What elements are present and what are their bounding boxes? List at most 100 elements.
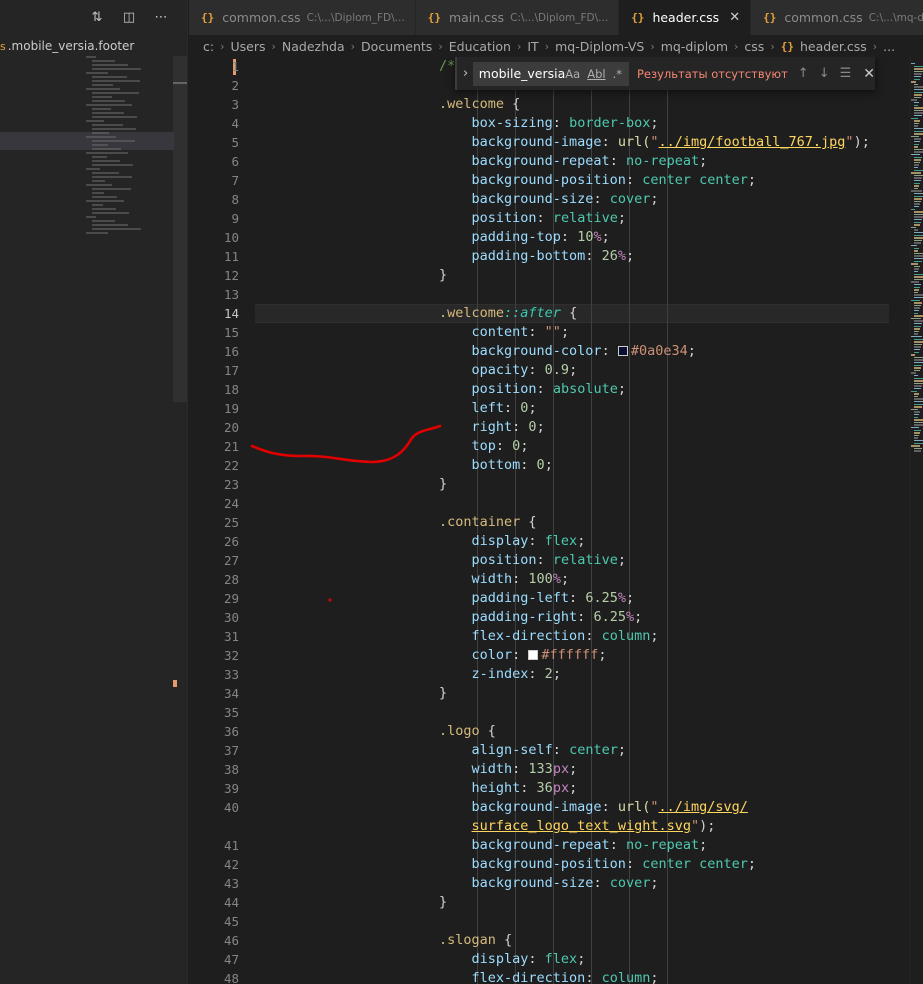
outline-title-label: .mobile_versia.footer — [7, 39, 135, 53]
match-case-icon[interactable]: Aa — [565, 67, 580, 81]
outline-preview-row — [86, 184, 112, 186]
code-line: .slogan { — [439, 931, 512, 950]
compare-changes-icon[interactable]: ⇅ — [89, 9, 105, 25]
code-token: : — [593, 191, 610, 207]
breadcrumb-item[interactable]: mq-diplom — [661, 39, 728, 54]
line-number: 21 — [223, 439, 239, 454]
code-token: ; — [699, 837, 708, 853]
sidebar-scrollbar[interactable] — [173, 56, 187, 402]
minimap-row — [914, 411, 920, 413]
code-token: } — [439, 476, 448, 492]
outline-title[interactable]: s .mobile_versia.footer — [0, 36, 134, 56]
code-token: 6.25 — [585, 590, 618, 606]
toggle-replace-chevron-icon[interactable]: › — [463, 66, 473, 81]
minimap-row — [914, 213, 923, 216]
find-input[interactable]: mobile_versia Aa Abl .* — [472, 61, 629, 86]
breadcrumb-item[interactable]: Nadezhda — [282, 39, 345, 54]
minimap-row — [914, 416, 918, 418]
minimap-row — [914, 395, 918, 398]
tab-common-css[interactable]: {} common.css C:\...\mq-dipl — [751, 0, 923, 35]
tab-close-icon[interactable]: ✕ — [729, 10, 740, 25]
match-whole-word-icon[interactable]: Abl — [587, 67, 605, 81]
next-match-icon[interactable]: ↓ — [819, 66, 830, 81]
color-swatch-icon[interactable] — [617, 346, 628, 356]
outline-preview-row — [92, 224, 128, 226]
code-token: no-repeat — [625, 153, 700, 169]
code-token: center center — [642, 172, 748, 188]
breadcrumb-item[interactable]: ... — [883, 39, 895, 54]
minimap[interactable] — [911, 57, 923, 984]
code-line: .logo { — [439, 722, 496, 741]
tab-header-css[interactable]: {} header.css ✕ — [619, 0, 752, 35]
code-line: background-size: cover; — [439, 874, 659, 893]
breadcrumb-separator-icon: › — [734, 39, 739, 53]
code-token: : — [601, 134, 618, 150]
breadcrumb-item[interactable]: Users — [231, 39, 266, 54]
code-token: ; — [650, 970, 659, 984]
minimap-row — [911, 281, 919, 283]
line-number: 34 — [223, 686, 239, 701]
minimap-row — [914, 203, 920, 205]
code-token: ; — [560, 571, 570, 587]
close-icon[interactable]: ✕ — [863, 66, 875, 82]
tab-common-css[interactable]: {} common.css C:\...\Diplom_FD\... — [189, 0, 416, 35]
split-editor-icon[interactable]: ◫ — [121, 9, 137, 25]
code-token: ; — [625, 590, 635, 606]
outline-preview-row — [92, 188, 131, 190]
sidebar-scrollbar-thumb[interactable] — [173, 82, 187, 84]
code-token: padding-left — [439, 590, 570, 606]
minimap-row — [911, 372, 916, 374]
breadcrumb-item[interactable]: Education — [449, 39, 511, 54]
code-token: : — [504, 400, 521, 416]
minimap-row — [914, 206, 919, 208]
outline-preview-row — [92, 192, 104, 194]
minimap-row — [914, 255, 923, 257]
minimap-row — [914, 89, 923, 91]
code-token: ::after — [504, 305, 561, 321]
code-token: no-repeat — [625, 837, 700, 853]
code-line: color: #ffffff; — [439, 646, 607, 665]
minimap-row — [914, 359, 923, 361]
outline-preview-row — [92, 112, 124, 114]
minimap-row — [911, 226, 916, 229]
code-token: 6.25 — [593, 609, 626, 625]
minimap-row — [914, 187, 918, 190]
code-token: % — [593, 229, 602, 245]
code-token: surface_logo_text_wight.svg — [471, 818, 691, 834]
minimap-row — [914, 130, 923, 132]
code-token: { — [479, 723, 496, 739]
code-token: " — [690, 818, 700, 834]
breadcrumb-item[interactable]: IT — [527, 39, 538, 54]
code-token: ; — [528, 400, 537, 416]
minimap-row — [911, 317, 921, 320]
code-token: : — [552, 115, 570, 131]
minimap-row — [914, 107, 923, 109]
color-swatch-icon[interactable] — [528, 650, 539, 660]
minimap-row — [914, 429, 921, 431]
code-token: .logo — [439, 723, 480, 739]
breadcrumb-item[interactable]: header.css — [800, 39, 867, 54]
code-token: padding-top — [439, 229, 561, 245]
breadcrumb-item[interactable]: c: — [203, 39, 214, 54]
code-token: top — [439, 438, 496, 454]
breadcrumb-item[interactable]: css — [744, 39, 764, 54]
outline-preview-row — [92, 92, 139, 94]
code-token: ; — [617, 742, 626, 758]
minimap-row — [914, 242, 921, 244]
minimap-row — [914, 297, 923, 299]
code-token: : — [512, 761, 529, 777]
outline-preview-row — [92, 60, 115, 62]
line-number: 37 — [223, 743, 239, 758]
breadcrumb-separator-icon: › — [350, 39, 356, 53]
breadcrumb-item[interactable]: Documents — [361, 39, 432, 54]
previous-match-icon[interactable]: ↑ — [798, 66, 809, 81]
code-token: color — [439, 647, 513, 663]
code-editor[interactable]: 1/* 2 3 .welcome {4 box-sizing: border-box;… — [189, 57, 923, 984]
code-token: : — [560, 229, 578, 245]
use-regex-icon[interactable]: .* — [613, 67, 622, 81]
find-in-selection-icon[interactable]: ☰ — [840, 66, 852, 81]
tab-main-css[interactable]: {} main.css C:\...\Diplom_FD\... — [415, 0, 620, 35]
breadcrumb-item[interactable]: mq-Diplom-VS — [555, 39, 644, 54]
minimap-row — [914, 294, 923, 296]
more-actions-icon[interactable]: ⋯ — [153, 9, 169, 25]
